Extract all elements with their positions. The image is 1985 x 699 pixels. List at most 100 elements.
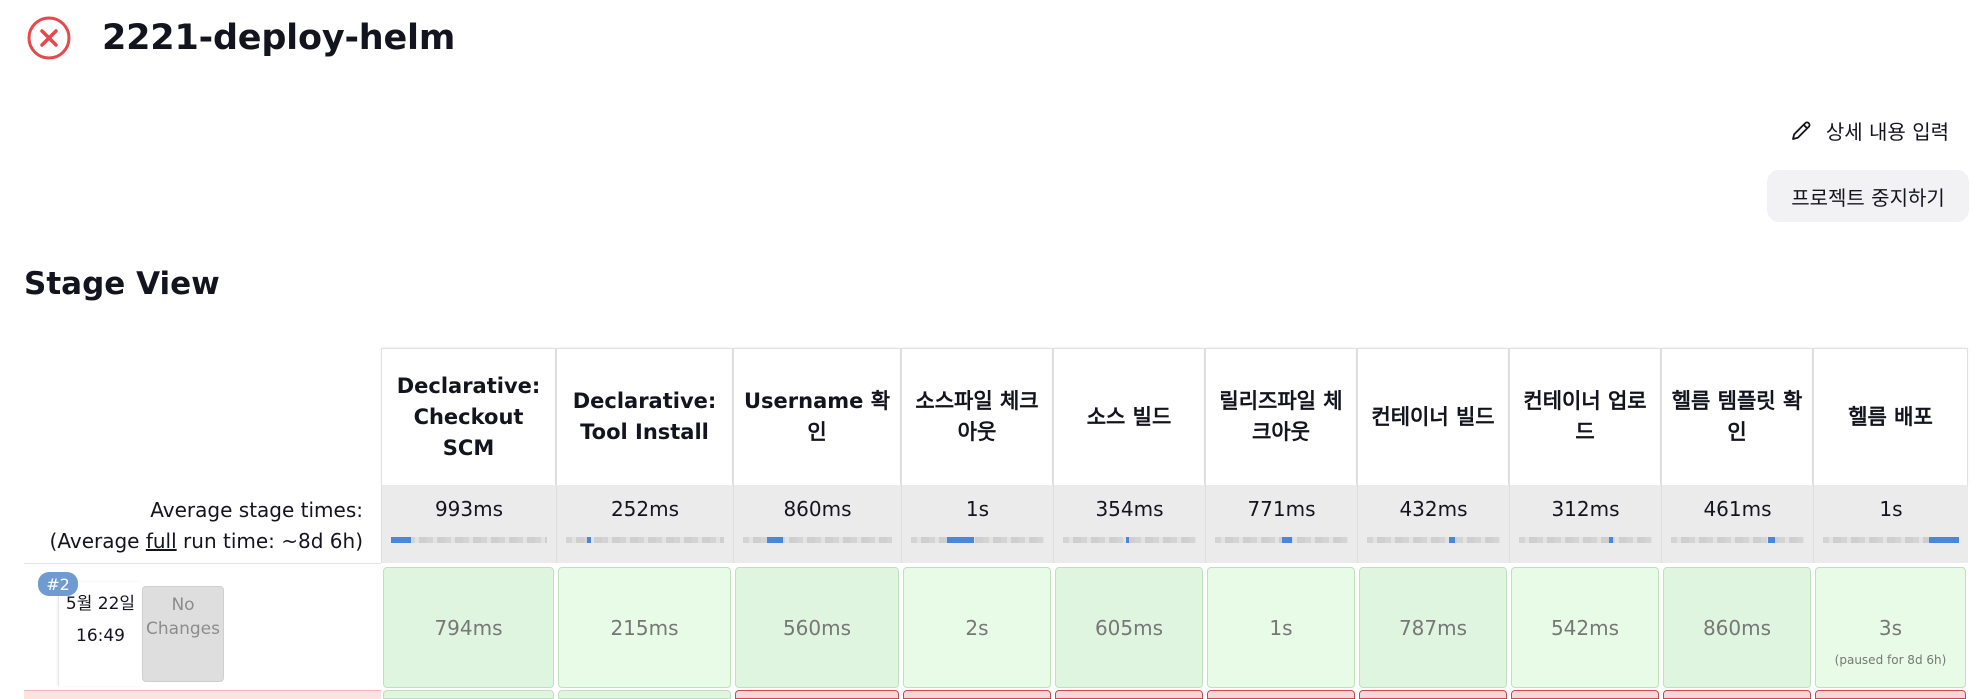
stage-average-bar [1063,537,1196,543]
stage-result-cell: 787ms [1357,563,1509,688]
stage-name: 소스파일 체크아웃 [915,389,1039,444]
stage-result-cell: 1s [1205,563,1357,688]
stage-result-cell: 3s (paused for 8d 6h) [1813,563,1968,688]
stage-header: 소스파일 체크아웃 [901,348,1053,485]
stage-average-bar [1823,537,1959,543]
average-stage-times-text: Average stage times: [150,498,363,522]
stage-average-time: 354ms [1095,497,1164,521]
stage-header: 소스 빌드 [1053,348,1205,485]
stage-average-bar-fill [946,537,974,543]
stage-average-bar [391,537,547,543]
stage-result[interactable]: 560ms [735,567,899,688]
pencil-icon [1790,120,1812,142]
stage-result-cell: 605ms [1053,563,1205,688]
build-info: 5월 22일 16:49 #2 No Changes [24,563,381,688]
next-build-stage[interactable] [1511,690,1659,699]
stage-average: 771ms [1205,485,1357,563]
stage-average-bar [1519,537,1652,543]
stage-result[interactable]: 542ms [1511,567,1659,688]
stage-result[interactable]: 1s [1207,567,1355,688]
stage-header: 컨테이너 빌드 [1357,348,1509,485]
stage-average-time: 461ms [1703,497,1772,521]
stage-name: 컨테이너 업로드 [1523,389,1647,444]
stage-result[interactable]: 860ms [1663,567,1811,688]
build-date: 5월 22일 16:49 [58,582,142,686]
next-build-stage[interactable] [1359,690,1507,699]
stage-average-bar [743,537,892,543]
stage-name: Declarative: Checkout SCM [396,373,541,460]
stage-average-bar [1671,537,1804,543]
stage-result-cell: 542ms [1509,563,1661,688]
stage-average-bar-fill [1768,537,1775,543]
stage-result[interactable]: 2s [903,567,1051,688]
full-runtime-link[interactable]: full [146,529,177,553]
stage-duration: 787ms [1398,615,1468,640]
average-times-row: Average stage times: (Average full run t… [24,485,1968,563]
stage-average: 432ms [1357,485,1509,563]
page-title: 2221-deploy-helm [102,18,456,58]
stage-result-cell: 215ms [556,563,733,688]
next-build-info [24,690,381,699]
stage-view-table: Declarative: Checkout SCM Declarative: To… [24,348,1968,688]
stage-average-bar-fill [1929,537,1959,543]
stage-result-cell: 560ms [733,563,901,688]
stage-duration: 560ms [782,615,852,640]
build-date-text: 5월 22일 [65,594,136,614]
stage-view-title: Stage View [24,266,220,302]
stage-result[interactable]: 794ms [383,567,554,688]
edit-description-label: 상세 내용 입력 [1825,120,1949,144]
full-runtime-prefix: (Average [49,529,146,553]
paused-note: (paused for 8d 6h) [1834,653,1947,667]
stage-name: 소스 빌드 [1086,404,1172,429]
stage-header: Username 확인 [733,348,901,485]
stage-result-cell: 794ms [381,563,556,688]
next-build-stage[interactable] [383,690,554,699]
stage-duration: 794ms [434,615,503,640]
stage-name: 컨테이너 빌드 [1371,404,1495,429]
next-build-stage[interactable] [903,690,1051,699]
jenkins-job-page: 2221-deploy-helm 상세 내용 입력 프로젝트 중지하기 Stag… [0,0,1985,699]
next-build-stage[interactable] [1815,690,1966,699]
stage-name: 헬름 템플릿 확인 [1671,389,1803,444]
stage-duration: 215ms [610,615,679,640]
stage-duration: 860ms [1702,615,1772,640]
stage-header: 컨테이너 업로드 [1509,348,1661,485]
stage-average-bar [911,537,1044,543]
build-changes-box[interactable]: No Changes [142,586,224,682]
stage-average-bar-fill [1125,537,1130,543]
stage-average: 312ms [1509,485,1661,563]
next-build-stage[interactable] [558,690,731,699]
stage-average-bar-fill [766,537,784,543]
stage-duration: 3s [1878,615,1903,640]
stage-average: 354ms [1053,485,1205,563]
stage-average-bar [1215,537,1348,543]
edit-description-link[interactable]: 상세 내용 입력 [1790,116,1949,145]
stage-average: 1s [1813,485,1968,563]
failed-x-circle-icon [26,15,72,61]
stage-duration: 542ms [1550,615,1620,640]
stage-duration: 605ms [1094,615,1164,640]
next-build-stage[interactable] [735,690,899,699]
stage-average: 860ms [733,485,901,563]
next-build-stage[interactable] [1663,690,1811,699]
stage-result[interactable]: 605ms [1055,567,1203,688]
stage-result[interactable]: 787ms [1359,567,1507,688]
build-number-badge[interactable]: #2 [38,572,78,596]
next-build-stage[interactable] [1207,690,1355,699]
full-runtime-suffix: run time: ~8d 6h) [176,529,363,553]
stage-result[interactable]: 215ms [558,567,731,688]
stage-header: 릴리즈파일 체크아웃 [1205,348,1357,485]
stage-result[interactable]: 3s (paused for 8d 6h) [1815,567,1966,688]
stage-header: Declarative: Checkout SCM [381,348,556,485]
stop-project-button[interactable]: 프로젝트 중지하기 [1767,170,1969,222]
stage-average-time: 860ms [783,497,852,521]
stage-name: Username 확인 [743,389,891,444]
job-header: 2221-deploy-helm [26,14,455,62]
stage-average-time: 312ms [1551,497,1620,521]
stage-average-bar-fill [1449,537,1455,543]
stage-average-time: 771ms [1247,497,1316,521]
next-build-stage[interactable] [1055,690,1203,699]
stage-average-time: 1s [965,497,990,521]
stage-average-time: 432ms [1399,497,1468,521]
stage-average: 1s [901,485,1053,563]
